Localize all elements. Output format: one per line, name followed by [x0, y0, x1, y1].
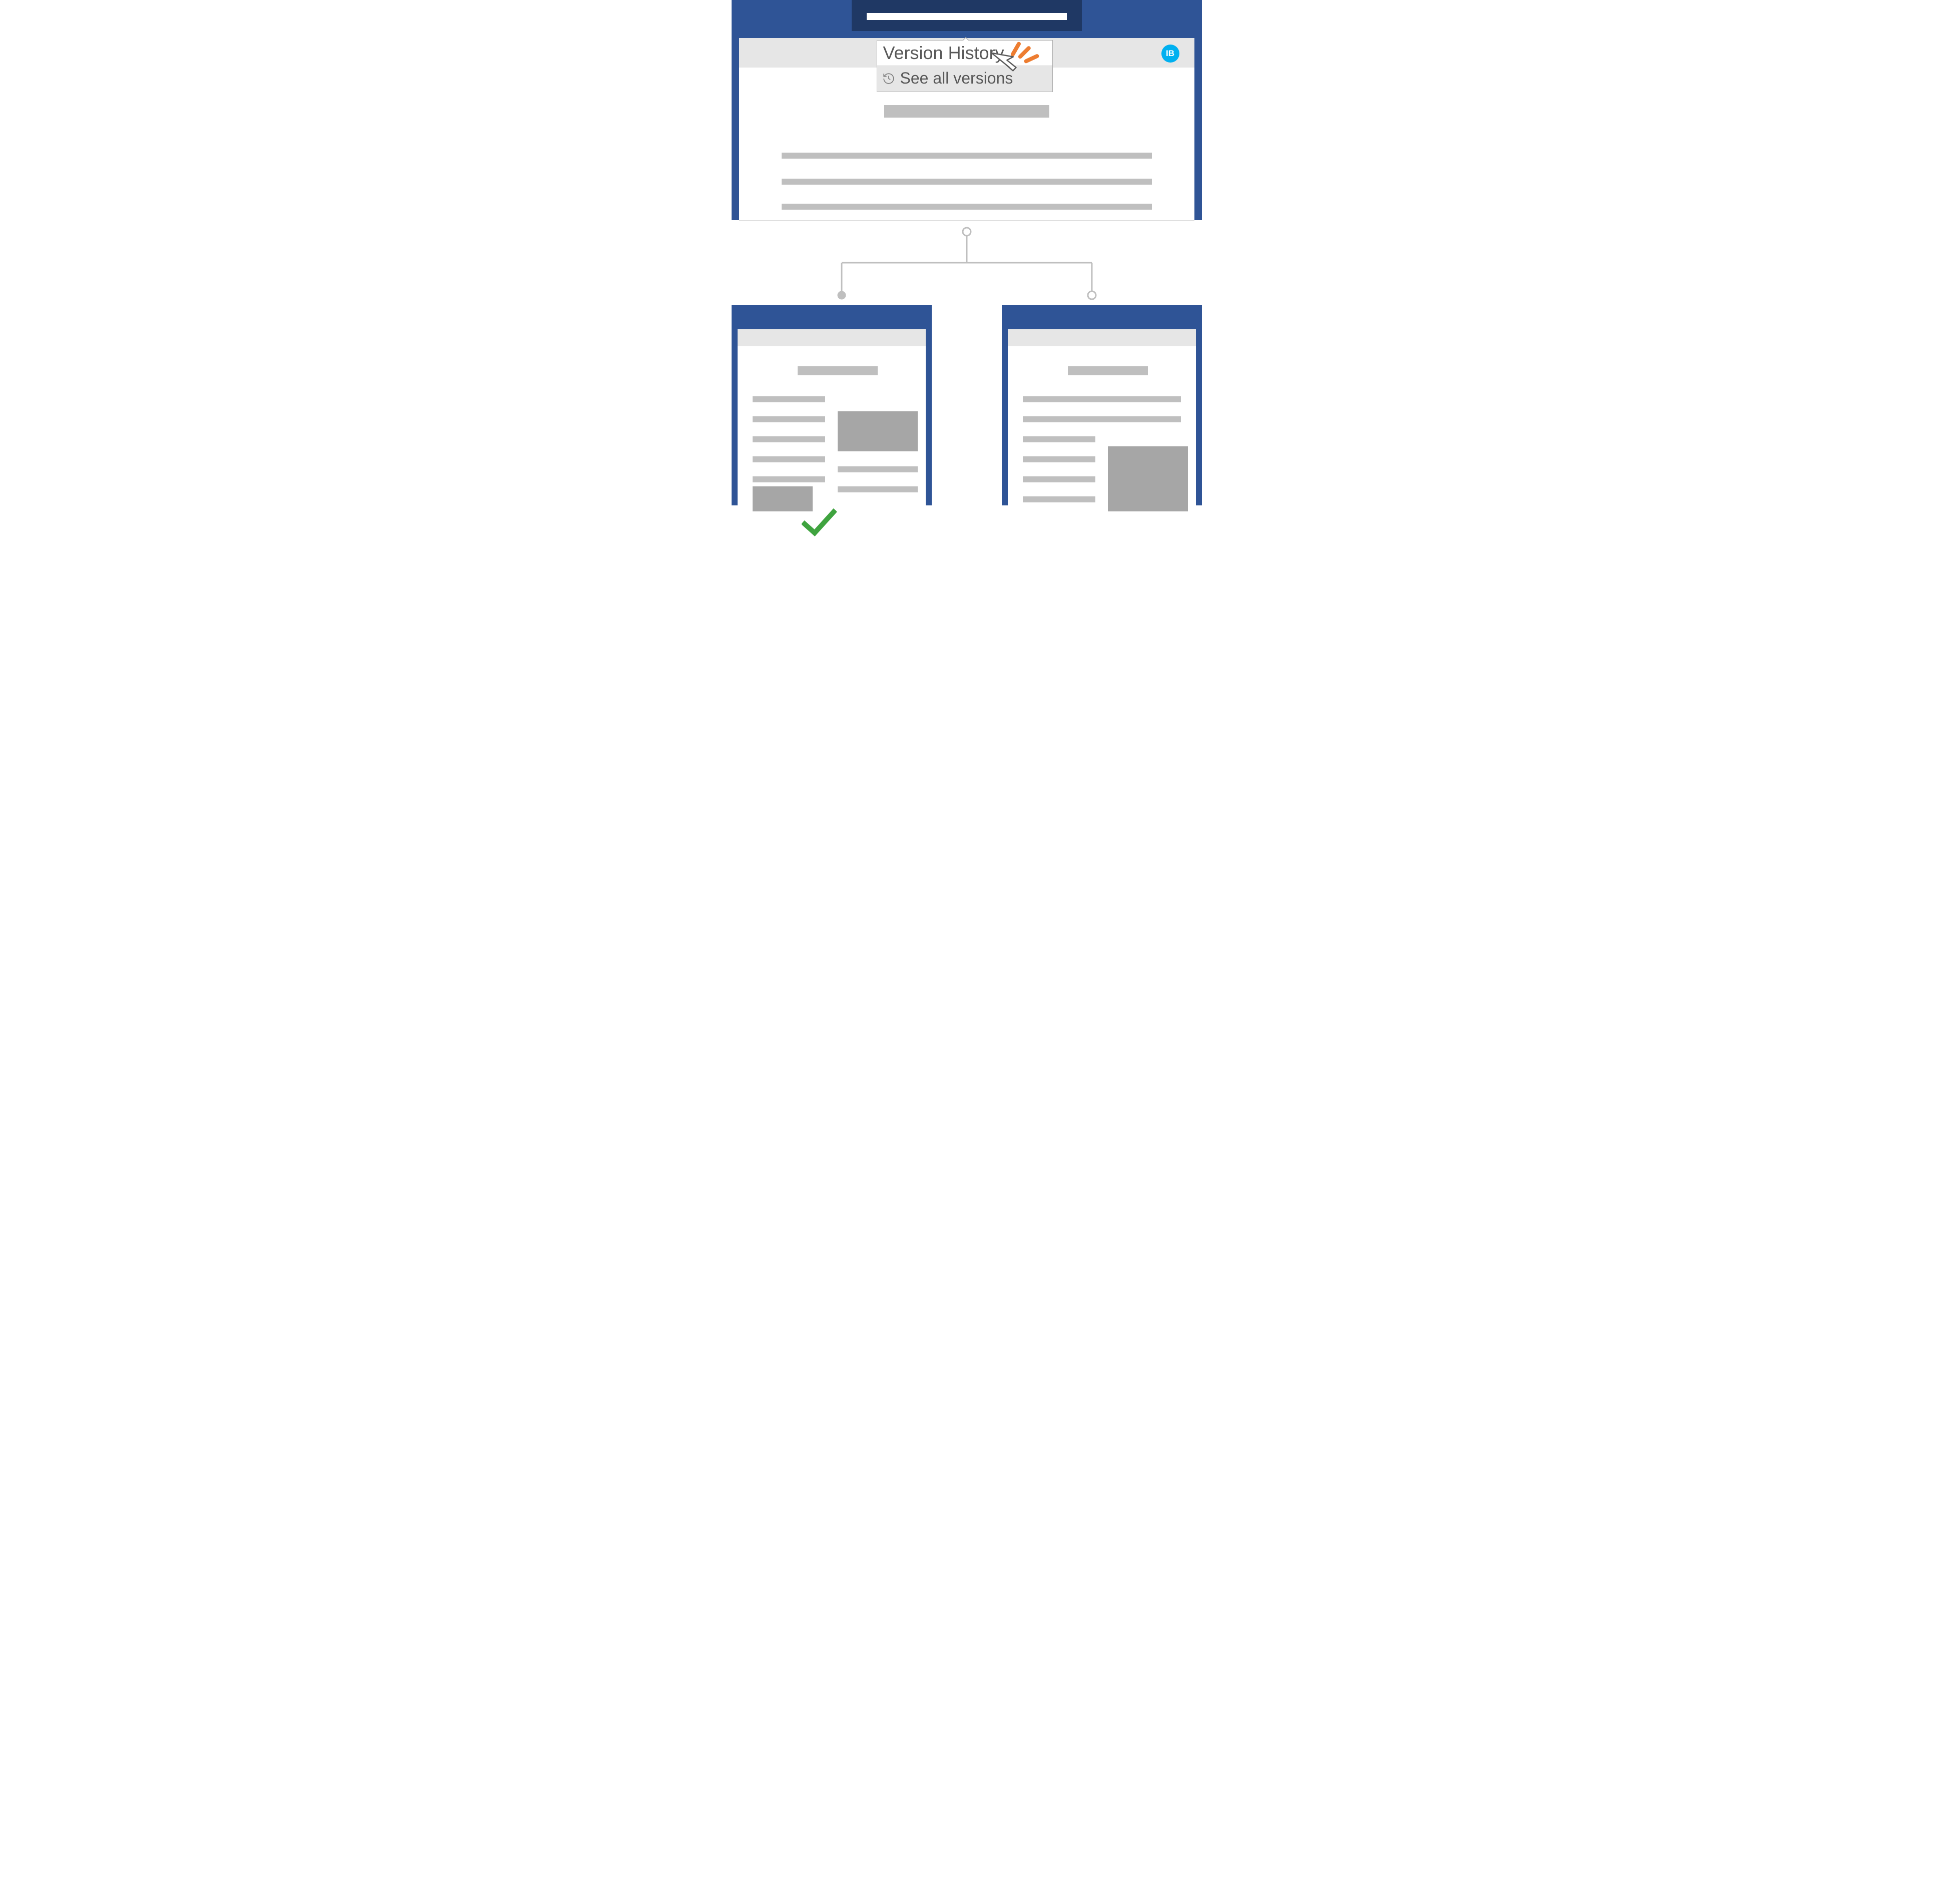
document-page	[738, 346, 926, 505]
text-line	[1023, 436, 1095, 442]
title-bar[interactable]	[852, 0, 1082, 31]
document-title-placeholder	[867, 13, 1067, 20]
version-thumbnail-selected[interactable]	[732, 305, 932, 505]
history-icon	[882, 72, 895, 85]
text-line	[782, 153, 1152, 159]
checkmark-icon	[802, 508, 837, 538]
text-line	[753, 456, 825, 462]
text-line	[1023, 476, 1095, 482]
version-thumbnail[interactable]	[1002, 305, 1202, 505]
see-all-versions-item[interactable]: See all versions	[877, 66, 1052, 92]
text-line	[782, 179, 1152, 185]
image-placeholder	[838, 411, 918, 451]
user-avatar[interactable]: IB	[1161, 45, 1179, 63]
heading-placeholder	[798, 366, 878, 375]
text-line	[753, 416, 825, 422]
text-line	[1023, 496, 1095, 502]
branch-connector	[692, 218, 1242, 303]
text-line	[753, 436, 825, 442]
ribbon-bar	[1008, 329, 1196, 347]
text-line	[1023, 396, 1181, 402]
text-line	[1023, 456, 1095, 462]
image-placeholder	[1108, 446, 1188, 511]
heading-placeholder	[884, 105, 1049, 118]
document-page	[1008, 346, 1196, 505]
heading-placeholder	[1068, 366, 1148, 375]
text-line	[838, 486, 918, 492]
main-document-window: IB	[732, 0, 1202, 220]
text-line	[753, 476, 825, 482]
click-spark-icon	[1012, 40, 1047, 65]
ribbon-bar	[738, 329, 926, 347]
text-line	[838, 466, 918, 472]
text-line	[782, 204, 1152, 210]
text-line	[753, 396, 825, 402]
text-line	[1023, 416, 1181, 422]
